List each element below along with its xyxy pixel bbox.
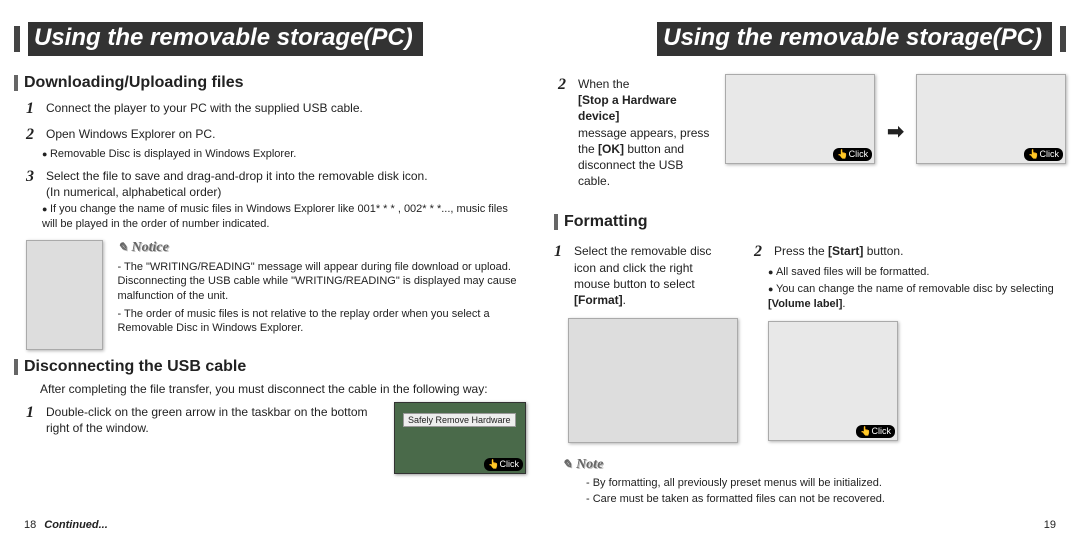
step-number: 2 (558, 74, 572, 189)
page-title-row: Using the removable storage(PC) (14, 22, 526, 56)
bullet: Removable Disc is displayed in Windows E… (42, 147, 526, 162)
notice-block: ✎Notice - The "WRITING/READING" message … (26, 240, 526, 350)
screenshot-format-menu (568, 318, 738, 443)
note-label: ✎Note (562, 457, 1066, 473)
right-step-2: 2 When the [Stop a Hardware device] mess… (558, 74, 713, 189)
page-title: Using the removable storage(PC) (28, 22, 423, 56)
step-3: 3Select the file to save and drag-and-dr… (26, 166, 526, 200)
section-disconnecting: Disconnecting the USB cable (14, 358, 526, 376)
step-number: 1 (554, 241, 568, 308)
bullet: You can change the name of removable dis… (768, 282, 1066, 312)
format-step-2: 2Press the [Start] button. (754, 241, 1066, 263)
tooltip: Safely Remove Hardware (403, 413, 516, 427)
title-mark (14, 26, 20, 52)
step-number: 3 (26, 166, 40, 200)
step-number: 1 (26, 402, 40, 436)
left-page: Using the removable storage(PC) Download… (0, 0, 540, 539)
step-number: 1 (26, 98, 40, 120)
screenshot-stop-confirm: 👆Click (916, 74, 1066, 164)
note-item: - By formatting, all previously preset m… (586, 476, 1066, 491)
step-number: 2 (26, 124, 40, 146)
footer-left: 18Continued... (24, 519, 108, 531)
format-step-1: 1Select the removable disc icon and clic… (554, 241, 724, 308)
screenshot-stop-hardware: 👆Click (725, 74, 875, 164)
click-badge: 👆Click (484, 458, 523, 471)
click-badge: 👆Click (1024, 148, 1063, 161)
title-mark (1060, 26, 1066, 52)
section-downloading: Downloading/Uploading files (14, 74, 526, 92)
screenshot-format-dialog: 👆Click (768, 321, 898, 441)
notice-label: ✎Notice (117, 240, 526, 256)
page-title: Using the removable storage(PC) (657, 22, 1052, 56)
bullet: All saved files will be formatted. (768, 265, 1066, 280)
section-formatting: Formatting (554, 213, 1066, 231)
note-item: - Care must be taken as formatted files … (586, 492, 1066, 507)
right-page: Using the removable storage(PC) 2 When t… (540, 0, 1080, 539)
notice-item: - The "WRITING/READING" message will app… (117, 260, 526, 303)
page-title-row: Using the removable storage(PC) (554, 22, 1066, 56)
step-2-row: 2 When the [Stop a Hardware device] mess… (558, 74, 1066, 189)
note-block: ✎Note - By formatting, all previously pr… (562, 457, 1066, 507)
disc-intro: After completing the file transfer, you … (40, 382, 526, 396)
step-number: 2 (754, 241, 768, 263)
step-1: 1Connect the player to your PC with the … (26, 98, 526, 120)
screenshot-tray: Safely Remove Hardware 👆Click (394, 402, 526, 474)
pen-icon: ✎ (117, 240, 127, 254)
format-columns: 1Select the removable disc icon and clic… (554, 237, 1066, 443)
step-2: 2Open Windows Explorer on PC. (26, 124, 526, 146)
click-badge: 👆Click (856, 425, 895, 438)
click-badge: 👆Click (833, 148, 872, 161)
disc-step-1: 1Double-click on the green arrow in the … (26, 402, 378, 436)
footer-right: 19 (1044, 519, 1056, 531)
bullet: If you change the name of music files in… (42, 202, 526, 232)
screenshot-explorer (26, 240, 103, 350)
arrow-icon: ➡ (887, 119, 904, 144)
notice-item: - The order of music files is not relati… (117, 307, 526, 336)
pen-icon: ✎ (562, 457, 572, 471)
